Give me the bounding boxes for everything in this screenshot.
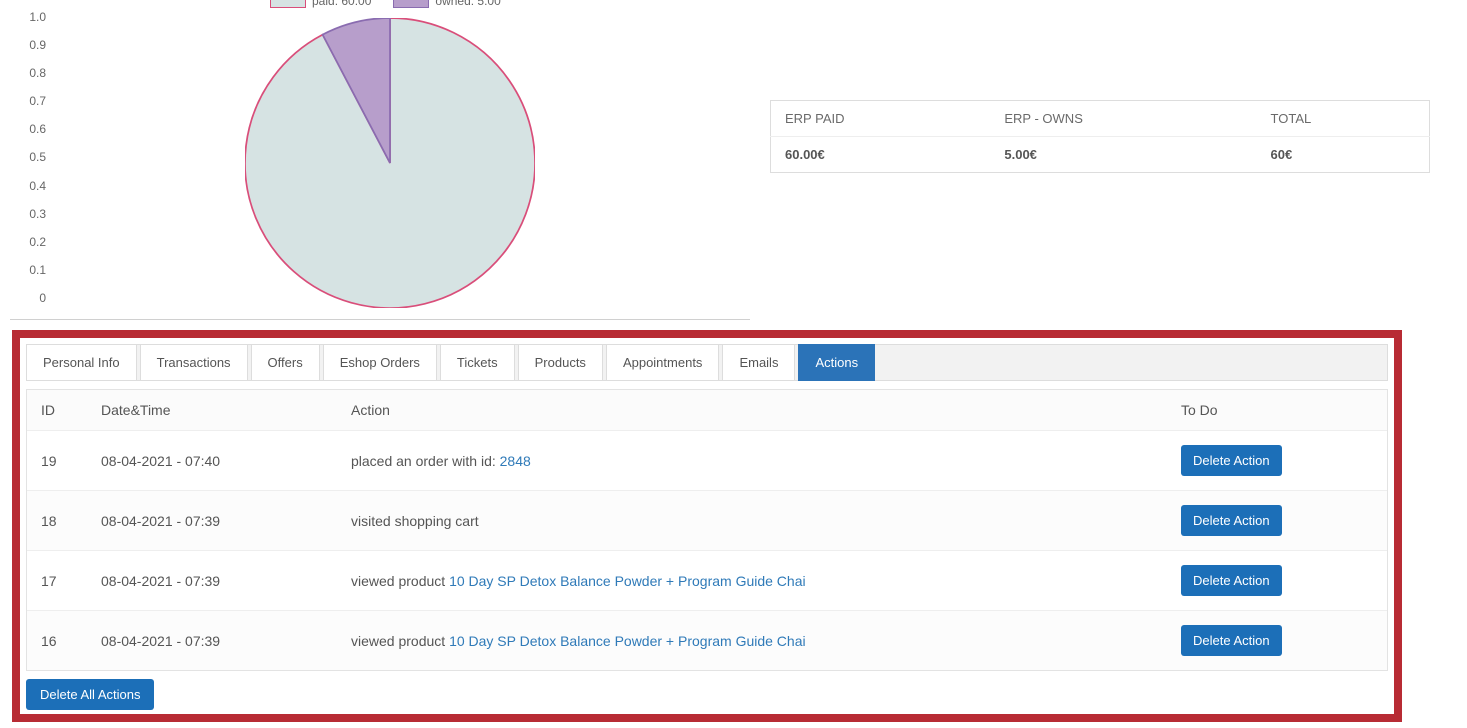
- table-row: 1808-04-2021 - 07:39visited shopping car…: [27, 491, 1387, 551]
- chart-legend: paid: 60.00 owned: 5.00: [270, 0, 501, 8]
- actions-table: ID Date&Time Action To Do 1908-04-2021 -…: [27, 390, 1387, 670]
- tab-emails[interactable]: Emails: [722, 344, 795, 381]
- cell-action: placed an order with id: 2848: [337, 431, 1167, 491]
- erp-value-owns: 5.00€: [990, 137, 1256, 173]
- table-row: 1608-04-2021 - 07:39viewed product 10 Da…: [27, 611, 1387, 671]
- cell-action: viewed product 10 Day SP Detox Balance P…: [337, 551, 1167, 611]
- legend-label-owned: owned: 5.00: [435, 0, 500, 8]
- table-row: 1908-04-2021 - 07:40placed an order with…: [27, 431, 1387, 491]
- cell-id: 19: [27, 431, 87, 491]
- tab-appointments[interactable]: Appointments: [606, 344, 720, 381]
- tab-products[interactable]: Products: [518, 344, 603, 381]
- actions-header-todo: To Do: [1167, 390, 1387, 431]
- cell-todo: Delete Action: [1167, 551, 1387, 611]
- erp-summary-table: ERP PAID ERP - OWNS TOTAL 60.00€ 5.00€ 6…: [770, 100, 1430, 173]
- delete-action-button[interactable]: Delete Action: [1181, 505, 1282, 536]
- legend-paid: paid: 60.00: [270, 0, 371, 8]
- tab-personal-info[interactable]: Personal Info: [26, 344, 137, 381]
- delete-action-button[interactable]: Delete Action: [1181, 625, 1282, 656]
- actions-tbody: 1908-04-2021 - 07:40placed an order with…: [27, 431, 1387, 671]
- cell-id: 18: [27, 491, 87, 551]
- tab-tickets[interactable]: Tickets: [440, 344, 515, 381]
- pie-svg: [245, 18, 535, 308]
- legend-owned: owned: 5.00: [393, 0, 500, 8]
- erp-header-total: TOTAL: [1257, 101, 1430, 137]
- cell-datetime: 08-04-2021 - 07:39: [87, 551, 337, 611]
- tab-transactions[interactable]: Transactions: [140, 344, 248, 381]
- cell-action: visited shopping cart: [337, 491, 1167, 551]
- erp-value-total: 60€: [1257, 137, 1430, 173]
- pie-chart: paid: 60.00 owned: 5.00 1.0 0.9 0.8 0.7 …: [10, 0, 750, 320]
- table-row: 1708-04-2021 - 07:39viewed product 10 Da…: [27, 551, 1387, 611]
- erp-header-owns: ERP - OWNS: [990, 101, 1256, 137]
- delete-all-actions-button[interactable]: Delete All Actions: [26, 679, 154, 710]
- actions-panel-highlight: Personal Info Transactions Offers Eshop …: [12, 330, 1402, 722]
- delete-action-button[interactable]: Delete Action: [1181, 565, 1282, 596]
- action-link[interactable]: 10 Day SP Detox Balance Powder + Program…: [449, 573, 806, 589]
- cell-datetime: 08-04-2021 - 07:40: [87, 431, 337, 491]
- legend-swatch-owned: [393, 0, 429, 8]
- delete-action-button[interactable]: Delete Action: [1181, 445, 1282, 476]
- pie-wrap: [245, 18, 535, 308]
- erp-header-paid: ERP PAID: [771, 101, 991, 137]
- cell-datetime: 08-04-2021 - 07:39: [87, 491, 337, 551]
- actions-header-id: ID: [27, 390, 87, 431]
- action-link[interactable]: 2848: [500, 453, 531, 469]
- cell-datetime: 08-04-2021 - 07:39: [87, 611, 337, 671]
- actions-header-action: Action: [337, 390, 1167, 431]
- cell-todo: Delete Action: [1167, 431, 1387, 491]
- chart-y-axis: 1.0 0.9 0.8 0.7 0.6 0.5 0.4 0.3 0.2 0.1 …: [10, 10, 52, 305]
- legend-swatch-paid: [270, 0, 306, 8]
- tab-offers[interactable]: Offers: [251, 344, 320, 381]
- tabs-bar: Personal Info Transactions Offers Eshop …: [26, 344, 1388, 381]
- actions-header-dt: Date&Time: [87, 390, 337, 431]
- tab-actions[interactable]: Actions: [798, 344, 875, 381]
- legend-label-paid: paid: 60.00: [312, 0, 371, 8]
- cell-id: 16: [27, 611, 87, 671]
- cell-todo: Delete Action: [1167, 611, 1387, 671]
- cell-todo: Delete Action: [1167, 491, 1387, 551]
- cell-id: 17: [27, 551, 87, 611]
- action-link[interactable]: 10 Day SP Detox Balance Powder + Program…: [449, 633, 806, 649]
- cell-action: viewed product 10 Day SP Detox Balance P…: [337, 611, 1167, 671]
- erp-value-paid: 60.00€: [771, 137, 991, 173]
- tab-eshop-orders[interactable]: Eshop Orders: [323, 344, 437, 381]
